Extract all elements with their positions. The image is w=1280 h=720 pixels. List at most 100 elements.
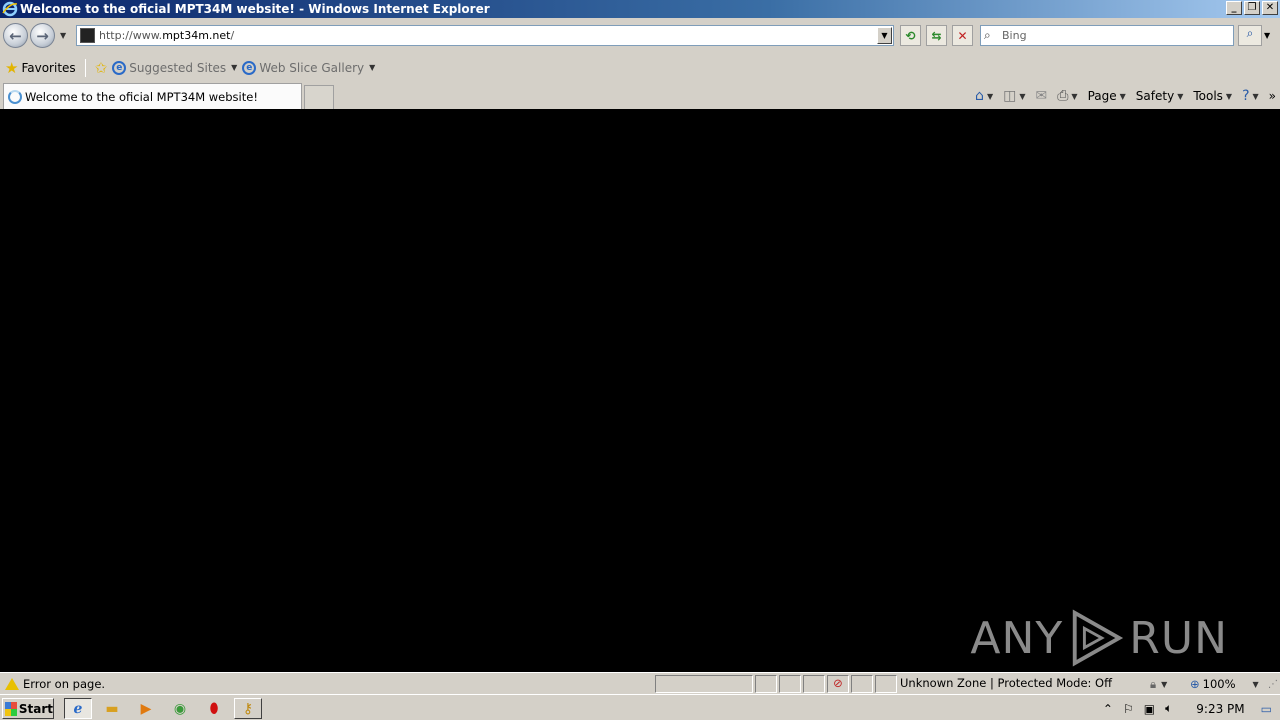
ie-page-icon: e — [242, 60, 257, 75]
anyrun-watermark: ANY RUN — [970, 606, 1228, 670]
chevron-down-icon: ▼ — [1252, 679, 1259, 689]
suggested-sites-link[interactable]: e Suggested Sites ▼ — [112, 60, 238, 75]
tab-label: Welcome to the oficial MPT34M website! — [25, 89, 258, 104]
ie-page-icon: e — [112, 60, 127, 75]
volume-icon[interactable]: 🔈︎ — [1165, 701, 1172, 716]
feeds-button[interactable]: ◫ ▼ — [1003, 88, 1025, 104]
recent-pages-dropdown[interactable]: ▼ — [60, 31, 66, 40]
browser-chrome: ← → ▼ http://www.mpt34m.net/ ▼ ⟲ ⇆ ✕ ⌕ B… — [0, 18, 1280, 109]
watermark-any: ANY — [970, 612, 1064, 664]
read-mail-button[interactable]: ✉ — [1035, 88, 1047, 104]
printer-icon: ⎙ — [1057, 88, 1069, 104]
add-to-favorites-bar-button[interactable]: ✩ — [95, 59, 108, 77]
chrome-icon: ◉ — [173, 700, 187, 717]
taskbar-media-player[interactable]: ▶ — [132, 698, 160, 719]
search-options-dropdown[interactable]: ▼ — [1264, 31, 1270, 40]
tab-active[interactable]: Welcome to the oficial MPT34M website! — [3, 83, 302, 109]
favorites-star-icon: ★ — [5, 58, 19, 77]
close-button[interactable]: ✕ — [1262, 1, 1278, 15]
new-tab-button[interactable] — [304, 85, 334, 109]
taskbar-internet-explorer[interactable]: ℯ — [64, 698, 92, 719]
address-dropdown-button[interactable]: ▼ — [877, 27, 892, 44]
taskbar-app[interactable]: ⚷ — [234, 698, 262, 719]
loading-icon — [8, 89, 22, 104]
title-bar: Welcome to the oficial MPT34M website! -… — [0, 0, 1280, 18]
window-title: Welcome to the oficial MPT34M website! -… — [20, 2, 490, 16]
tools-menu[interactable]: Tools ▼ — [1193, 89, 1232, 103]
play-logo-icon — [1073, 609, 1124, 667]
search-placeholder: Bing — [1002, 29, 1027, 42]
home-button[interactable]: ⌂ ▼ — [975, 88, 993, 104]
add-favorite-icon: ✩ — [94, 58, 108, 77]
warning-icon — [5, 678, 19, 690]
help-icon: ? — [1242, 88, 1250, 104]
web-slice-gallery-link[interactable]: e Web Slice Gallery ▼ — [242, 60, 375, 75]
network-icon[interactable]: ▣ — [1144, 702, 1155, 716]
stop-button[interactable]: ✕ — [952, 25, 973, 46]
zoom-value: 100% — [1202, 677, 1236, 691]
toolbar-overflow-button[interactable]: » — [1269, 89, 1276, 103]
clock[interactable]: 9:23 PM — [1196, 702, 1244, 716]
chevron-down-icon: ▼ — [1225, 91, 1233, 101]
page-menu[interactable]: Page ▼ — [1088, 89, 1126, 103]
protected-mode-button[interactable]: 🔒︎ ▼ — [1150, 675, 1188, 693]
help-menu[interactable]: ? ▼ — [1242, 88, 1259, 104]
refresh-icon: ⇆ — [931, 28, 942, 43]
show-hidden-icons-icon[interactable]: ⌃ — [1103, 702, 1113, 716]
forward-button[interactable]: → — [30, 23, 55, 48]
search-box[interactable]: ⌕ Bing — [980, 25, 1234, 46]
back-button[interactable]: ← — [3, 23, 28, 48]
site-favicon-icon — [80, 28, 95, 43]
back-arrow-icon: ← — [9, 26, 22, 45]
search-button[interactable]: ⌕ — [1238, 25, 1262, 46]
error-on-page-indicator[interactable]: Error on page. — [3, 675, 653, 693]
page-content[interactable]: ANY RUN — [2, 109, 1278, 670]
windows-logo-icon — [5, 701, 17, 716]
address-bar[interactable]: http://www.mpt34m.net/ ▼ — [76, 25, 894, 46]
ie-icon: ℯ — [73, 700, 83, 717]
suggested-sites-label: Suggested Sites — [129, 60, 227, 75]
watermark-run: RUN — [1129, 612, 1228, 664]
rss-icon: ◫ — [1003, 88, 1017, 104]
start-button[interactable]: Start — [2, 698, 54, 719]
address-url[interactable]: http://www.mpt34m.net/ — [99, 29, 234, 42]
safety-menu[interactable]: Safety ▼ — [1136, 89, 1184, 103]
safety-menu-label: Safety — [1135, 89, 1175, 103]
zoom-icon: ⊕ — [1190, 677, 1200, 691]
restore-button[interactable]: ❐ — [1244, 1, 1260, 15]
minimize-button[interactable]: _ — [1226, 1, 1242, 15]
refresh-button[interactable]: ⇆ — [926, 25, 947, 46]
compatibility-view-button[interactable]: ⟲ — [900, 25, 921, 46]
taskbar-explorer[interactable]: ▬ — [98, 698, 126, 719]
media-player-icon: ▶ — [140, 700, 152, 717]
compatibility-icon: ⟲ — [905, 28, 916, 43]
taskbar-opera[interactable]: ⬮ — [200, 698, 228, 719]
web-slice-label: Web Slice Gallery — [259, 60, 365, 75]
chevron-down-icon: ▼ — [1119, 91, 1126, 101]
folder-icon: ▬ — [105, 700, 119, 717]
favorites-button[interactable]: ★ Favorites — [5, 59, 76, 77]
forward-arrow-icon: → — [36, 26, 49, 45]
status-message: Error on page. — [23, 677, 106, 691]
tab-row: Welcome to the oficial MPT34M website! ⌂… — [0, 82, 1280, 109]
resize-grip-icon[interactable]: ⋰ — [1268, 679, 1278, 690]
tools-menu-label: Tools — [1193, 89, 1223, 103]
ie-logo-icon — [2, 1, 18, 17]
security-zone[interactable]: Unknown Zone | Protected Mode: Off — [897, 675, 1147, 693]
chevron-down-icon: ▼ — [231, 63, 238, 72]
print-button[interactable]: ⎙ ▼ — [1057, 88, 1077, 104]
show-desktop-icon[interactable]: ▭ — [1261, 702, 1272, 716]
key-icon: ⚷ — [242, 700, 254, 717]
status-pane — [851, 675, 873, 693]
home-icon: ⌂ — [975, 88, 984, 104]
mail-icon: ✉ — [1035, 88, 1048, 104]
zoom-level-button[interactable]: ⊕ 100% ▼ — [1190, 675, 1265, 693]
stop-icon: ✕ — [957, 28, 968, 43]
favorites-bar: ★ Favorites ✩ e Suggested Sites ▼ e Web … — [0, 55, 1280, 80]
popup-blocked-icon[interactable]: ⊘ — [827, 675, 849, 693]
status-pane — [803, 675, 825, 693]
taskbar-chrome[interactable]: ◉ — [166, 698, 194, 719]
action-center-flag-icon[interactable]: ⚐ — [1123, 702, 1134, 716]
command-bar: ⌂ ▼ ◫ ▼ ✉ ⎙ ▼ Page ▼ Safety ▼ Tools ▼ ? ▼ — [975, 86, 1280, 106]
double-chevron-icon: » — [1268, 89, 1276, 103]
